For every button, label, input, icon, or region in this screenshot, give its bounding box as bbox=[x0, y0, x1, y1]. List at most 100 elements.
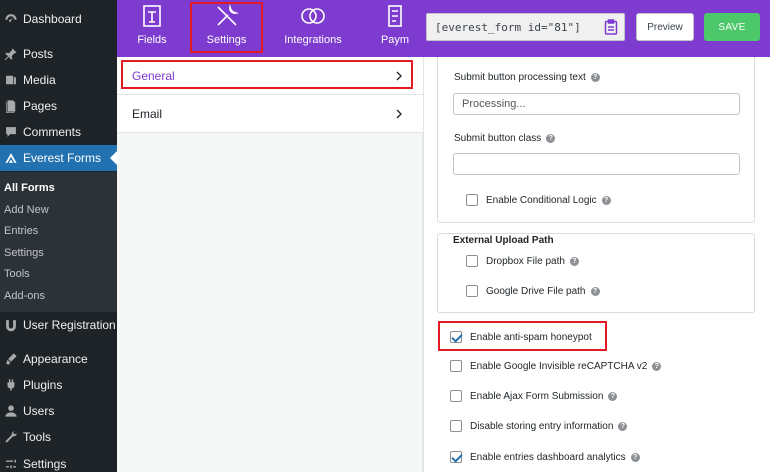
media-icon bbox=[4, 73, 18, 87]
label-text: Enable anti-spam honeypot bbox=[470, 331, 592, 343]
menu-user-registration[interactable]: User Registration bbox=[0, 312, 117, 338]
submit-class-input[interactable] bbox=[453, 153, 740, 175]
menu-label: Plugins bbox=[23, 378, 63, 392]
tools-icon bbox=[4, 430, 18, 444]
label-text: Enable Conditional Logic bbox=[486, 194, 597, 206]
everest-forms-icon bbox=[4, 151, 18, 165]
submenu-add-ons[interactable]: Add-ons bbox=[4, 290, 45, 302]
menu-dashboard[interactable]: Dashboard bbox=[0, 6, 117, 32]
plugins-icon bbox=[4, 378, 18, 392]
menu-settings[interactable]: Settings bbox=[0, 451, 117, 472]
menu-label: Posts bbox=[23, 47, 54, 61]
menu-tools[interactable]: Tools bbox=[0, 424, 117, 450]
general-section-highlight bbox=[121, 60, 413, 89]
conditional-logic-option[interactable]: Enable Conditional Logic ? bbox=[466, 194, 611, 206]
section-email[interactable]: Email bbox=[117, 95, 423, 133]
honeypot-checkbox[interactable] bbox=[450, 331, 462, 343]
menu-label: Appearance bbox=[23, 352, 88, 366]
submit-processing-label: Submit button processing text ? bbox=[454, 72, 600, 83]
submit-class-label: Submit button class ? bbox=[454, 133, 556, 144]
tab-integrations[interactable]: Integrations bbox=[283, 0, 343, 57]
label-text: Dropbox File path bbox=[486, 255, 565, 267]
menu-label: Everest Forms bbox=[23, 151, 102, 165]
disable-entry-option[interactable]: Disable storing entry information ? bbox=[450, 420, 628, 432]
honeypot-option[interactable]: Enable anti-spam honeypot bbox=[450, 331, 592, 343]
dropbox-checkbox[interactable] bbox=[466, 255, 478, 267]
help-icon[interactable]: ? bbox=[569, 256, 579, 266]
submenu-add-new[interactable]: Add New bbox=[4, 204, 49, 216]
menu-media[interactable]: Media bbox=[0, 67, 117, 93]
menu-label: Comments bbox=[23, 125, 82, 139]
conditional-logic-checkbox[interactable] bbox=[466, 194, 478, 206]
gdrive-option[interactable]: Google Drive File path ? bbox=[466, 285, 600, 297]
help-icon[interactable]: ? bbox=[618, 421, 628, 431]
integrations-icon bbox=[301, 8, 325, 24]
everest-forms-submenu: All Forms Add New Entries Settings Tools… bbox=[0, 172, 117, 312]
recaptcha-checkbox[interactable] bbox=[450, 360, 462, 372]
label-text: Submit button class bbox=[454, 133, 542, 144]
users-icon bbox=[4, 404, 18, 418]
dropbox-option[interactable]: Dropbox File path ? bbox=[466, 255, 579, 267]
submenu-tools[interactable]: Tools bbox=[4, 268, 30, 280]
help-icon[interactable]: ? bbox=[630, 452, 640, 462]
help-icon[interactable]: ? bbox=[546, 134, 556, 143]
help-icon[interactable]: ? bbox=[590, 73, 600, 82]
payments-icon bbox=[388, 5, 402, 27]
ajax-option[interactable]: Enable Ajax Form Submission ? bbox=[450, 390, 618, 402]
chevron-right-icon bbox=[396, 109, 402, 118]
pin-icon bbox=[4, 47, 18, 61]
menu-label: Media bbox=[23, 73, 56, 87]
settings-icon bbox=[4, 457, 18, 471]
settings-tools-icon bbox=[216, 4, 239, 26]
menu-appearance[interactable]: Appearance bbox=[0, 346, 117, 372]
comments-icon bbox=[4, 125, 18, 139]
preview-button[interactable]: Preview bbox=[636, 13, 694, 41]
label-text: Enable Google Invisible reCAPTCHA v2 bbox=[470, 360, 648, 372]
label-text: Enable entries dashboard analytics bbox=[470, 451, 626, 463]
help-icon[interactable]: ? bbox=[590, 286, 600, 296]
menu-comments[interactable]: Comments bbox=[0, 119, 117, 145]
menu-pages[interactable]: Pages bbox=[0, 93, 117, 119]
menu-label: Users bbox=[23, 404, 55, 418]
menu-posts[interactable]: Posts bbox=[0, 41, 117, 67]
menu-plugins[interactable]: Plugins bbox=[0, 372, 117, 398]
shortcode-field[interactable]: [everest_form id="81"] bbox=[426, 13, 598, 41]
clipboard-icon bbox=[604, 19, 617, 35]
tab-settings[interactable]: Settings bbox=[203, 0, 250, 57]
upload-path-title: External Upload Path bbox=[453, 235, 554, 246]
submenu-all-forms[interactable]: All Forms bbox=[4, 182, 55, 194]
menu-label: Tools bbox=[23, 430, 52, 444]
fields-icon bbox=[143, 5, 161, 27]
tab-label: Paym bbox=[380, 34, 410, 46]
tab-fields[interactable]: Fields bbox=[137, 0, 167, 57]
tab-label: Settings bbox=[206, 34, 247, 46]
analytics-checkbox[interactable] bbox=[450, 451, 462, 463]
help-icon[interactable]: ? bbox=[652, 361, 662, 371]
analytics-option[interactable]: Enable entries dashboard analytics ? bbox=[450, 451, 640, 463]
gdrive-checkbox[interactable] bbox=[466, 285, 478, 297]
label-text: Submit button processing text bbox=[454, 72, 586, 83]
disable-entry-checkbox[interactable] bbox=[450, 420, 462, 432]
dashboard-icon bbox=[4, 12, 18, 26]
tab-label: Fields bbox=[137, 34, 167, 46]
ajax-checkbox[interactable] bbox=[450, 390, 462, 402]
pages-icon bbox=[4, 99, 18, 113]
tab-payments[interactable]: Paym bbox=[381, 0, 409, 57]
submit-processing-input[interactable]: Processing... bbox=[453, 93, 740, 115]
recaptcha-option[interactable]: Enable Google Invisible reCAPTCHA v2 ? bbox=[450, 360, 662, 372]
menu-users[interactable]: Users bbox=[0, 398, 117, 424]
menu-label: Settings bbox=[23, 457, 67, 471]
menu-everest-forms[interactable]: Everest Forms bbox=[0, 145, 117, 171]
label-text: Disable storing entry information bbox=[470, 420, 614, 432]
menu-label: Pages bbox=[23, 99, 58, 113]
panel-divider bbox=[423, 57, 424, 472]
copy-shortcode-button[interactable] bbox=[597, 13, 625, 41]
appearance-icon bbox=[4, 352, 18, 366]
submenu-settings[interactable]: Settings bbox=[4, 247, 44, 259]
help-icon[interactable]: ? bbox=[601, 195, 611, 205]
help-icon[interactable]: ? bbox=[608, 391, 618, 401]
submenu-entries[interactable]: Entries bbox=[4, 225, 38, 237]
label-text: Enable Ajax Form Submission bbox=[470, 390, 604, 402]
menu-label: Dashboard bbox=[23, 12, 82, 26]
save-button[interactable]: SAVE bbox=[704, 13, 760, 41]
